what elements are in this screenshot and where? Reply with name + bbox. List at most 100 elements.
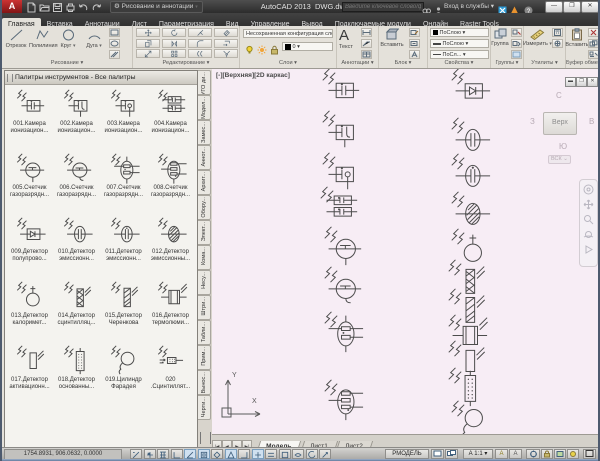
match-properties-tool[interactable] bbox=[588, 50, 599, 59]
linetype-dropdown[interactable]: ПоСл... ▾ bbox=[430, 50, 489, 59]
infer-constraints-toggle[interactable] bbox=[130, 449, 142, 459]
rectangle-tool[interactable] bbox=[109, 28, 120, 37]
palette-tab-4[interactable]: Архит... bbox=[198, 170, 211, 195]
lineweight-toggle[interactable] bbox=[265, 449, 277, 459]
palette-title-bar[interactable]: Палитры инструментов - Все палитры bbox=[5, 71, 197, 85]
plot-icon[interactable] bbox=[65, 2, 76, 11]
palette-grip[interactable] bbox=[7, 74, 13, 82]
rotate-tool[interactable] bbox=[162, 28, 186, 37]
palette-tab-5[interactable]: Обору... bbox=[198, 195, 211, 220]
group-edit-tool[interactable] bbox=[511, 39, 522, 48]
isolate-objects-button[interactable] bbox=[567, 449, 579, 459]
palette-item-006[interactable]: 006.Счетчикгазоразрядн... bbox=[53, 149, 100, 213]
panel-label-utilities[interactable]: Утилиты ▾ bbox=[524, 59, 565, 68]
palette-item-014[interactable]: 014.Детекторсцинтилляц... bbox=[53, 277, 100, 341]
minimize-button[interactable]: — bbox=[545, 1, 563, 13]
signin-button[interactable]: Вход в службы ▾ bbox=[444, 2, 494, 11]
trim-tool[interactable] bbox=[188, 28, 212, 37]
redo-icon[interactable] bbox=[91, 2, 102, 11]
model-paper-toggle[interactable]: РМОДЕЛЬ bbox=[385, 449, 429, 459]
annotation-autoscale-button[interactable]: А bbox=[509, 449, 522, 459]
palette-item-011[interactable]: 011.Детекторэмиссионн... bbox=[100, 213, 147, 277]
viewcube-west[interactable]: З bbox=[530, 117, 535, 126]
panel-label-groups[interactable]: Группы ▾ bbox=[491, 59, 523, 68]
annotation-visibility-button[interactable]: А bbox=[495, 449, 508, 459]
palette-tab-10[interactable]: Табли... bbox=[198, 320, 211, 345]
scale-tool[interactable] bbox=[136, 49, 160, 58]
help-icon[interactable]: ? bbox=[524, 2, 533, 11]
palette-tab-9[interactable]: Штри... bbox=[198, 295, 211, 320]
palette-tab-2[interactable]: Замес... bbox=[198, 120, 211, 145]
viewcube-east[interactable]: В bbox=[589, 117, 594, 126]
layer-config-dropdown[interactable]: Несохраненная конфигурация сло ▾ bbox=[243, 29, 333, 38]
paste-tool[interactable]: Вставить bbox=[564, 28, 590, 48]
palette-item-002[interactable]: 002.Камераионизацион... bbox=[53, 85, 100, 149]
panel-label-draw[interactable]: Рисование ▾ bbox=[2, 59, 132, 68]
restore-button[interactable]: ❐ bbox=[563, 1, 581, 13]
move-tool[interactable] bbox=[136, 28, 160, 37]
navigation-bar[interactable] bbox=[579, 179, 598, 267]
cut-tool[interactable] bbox=[588, 28, 599, 37]
arc-tool[interactable]: Дуга ▾ bbox=[81, 28, 107, 49]
palette-tab-8[interactable]: Несу... bbox=[198, 270, 211, 295]
close-button[interactable]: ✕ bbox=[581, 1, 599, 13]
text-tool-icon[interactable]: А bbox=[339, 27, 349, 44]
viewcube-wcs-menu[interactable]: ВСК ⌄ bbox=[548, 155, 571, 164]
ungroup-tool[interactable] bbox=[511, 28, 522, 37]
palette-item-001[interactable]: 001.Камераионизацион... bbox=[6, 85, 53, 149]
search-binoculars-icon[interactable] bbox=[422, 2, 431, 11]
leader-tool[interactable] bbox=[361, 39, 372, 48]
palette-tab-11[interactable]: Прим... bbox=[198, 345, 211, 370]
annotation-monitor-toggle[interactable] bbox=[319, 449, 331, 459]
palette-tab-1[interactable]: Модел... bbox=[198, 95, 211, 120]
annotation-scale-button[interactable]: А 1:1 ▾ bbox=[463, 449, 493, 459]
palette-tab-13[interactable]: Черти... bbox=[198, 395, 211, 420]
workspace-dropdown[interactable]: ⚙ Рисование и аннотации ▾ bbox=[110, 1, 203, 13]
edit-attribute-tool[interactable] bbox=[409, 39, 420, 48]
lineweight-dropdown[interactable]: ПоСлою ▾ bbox=[430, 39, 489, 48]
panel-label-block[interactable]: Блок ▾ bbox=[379, 59, 427, 68]
palette-tab-12[interactable]: Вынос... bbox=[198, 370, 211, 395]
viewcube-top-face[interactable]: Верх bbox=[543, 112, 577, 135]
palette-item-004[interactable]: 004.Камераионизацион... bbox=[147, 85, 194, 149]
array-tool[interactable] bbox=[162, 49, 186, 58]
object-color-dropdown[interactable]: ПоСлою ▾ bbox=[430, 28, 489, 37]
edit-block-tool[interactable] bbox=[409, 28, 420, 37]
palette-item-019[interactable]: 019.ЦилиндрФарадея bbox=[100, 341, 147, 405]
doc-restore-button[interactable]: ❐ bbox=[576, 77, 587, 87]
palette-item-017[interactable]: 017.Детекторактивационн... bbox=[6, 341, 53, 405]
line-tool[interactable]: Отрезок bbox=[3, 28, 29, 49]
drawing-canvas[interactable]: [-][Верхняя][2D каркас] ▬ ❐ ✕ С З Верх В… bbox=[212, 68, 600, 435]
palette-tab-7[interactable]: Кома... bbox=[198, 245, 211, 270]
palette-tab-0[interactable]: УГО ди... bbox=[198, 70, 211, 95]
open-icon[interactable] bbox=[39, 2, 50, 11]
snap-toggle[interactable] bbox=[144, 449, 156, 459]
palette-item-020[interactable]: 020.Сцинтиллят... bbox=[147, 341, 194, 405]
osnap-toggle[interactable] bbox=[198, 449, 210, 459]
transparency-toggle[interactable] bbox=[279, 449, 291, 459]
copy-tool[interactable] bbox=[136, 39, 160, 48]
text-tool-label[interactable]: Текст bbox=[339, 44, 353, 50]
panel-label-properties[interactable]: Свойства ▾ bbox=[428, 59, 490, 68]
communication-center-icon[interactable] bbox=[510, 2, 519, 11]
offset-tool[interactable] bbox=[188, 49, 212, 58]
otrack-toggle[interactable] bbox=[225, 449, 237, 459]
quick-view-layouts-button[interactable] bbox=[431, 449, 444, 459]
clean-screen-button[interactable] bbox=[583, 449, 596, 459]
polyline-tool[interactable]: Полилиния bbox=[29, 28, 55, 49]
id-point-tool[interactable] bbox=[552, 39, 563, 48]
group-selectable-toggle[interactable] bbox=[511, 50, 522, 59]
palette-item-007[interactable]: 007.Счетчикгазоразрядн... bbox=[100, 149, 147, 213]
circle-tool[interactable]: Круг ▾ bbox=[55, 28, 81, 49]
palette-item-003[interactable]: 003.Камераионизацион... bbox=[100, 85, 147, 149]
palette-item-015[interactable]: 015.ДетекторЧеренкова bbox=[100, 277, 147, 341]
viewcube-north[interactable]: С bbox=[556, 91, 562, 100]
dynamic-input-toggle[interactable] bbox=[252, 449, 264, 459]
layer-on-icon[interactable] bbox=[245, 42, 254, 60]
hatch-tool[interactable] bbox=[109, 50, 120, 59]
fillet-tool[interactable] bbox=[188, 39, 212, 48]
palette-tab-6[interactable]: Элект... bbox=[198, 220, 211, 245]
panel-label-modify[interactable]: Редактирование ▾ bbox=[133, 59, 239, 68]
palette-item-012[interactable]: 012.Детекторэмиссионны... bbox=[147, 213, 194, 277]
layer-color-dropdown[interactable]: 0 ▾ bbox=[282, 42, 333, 51]
